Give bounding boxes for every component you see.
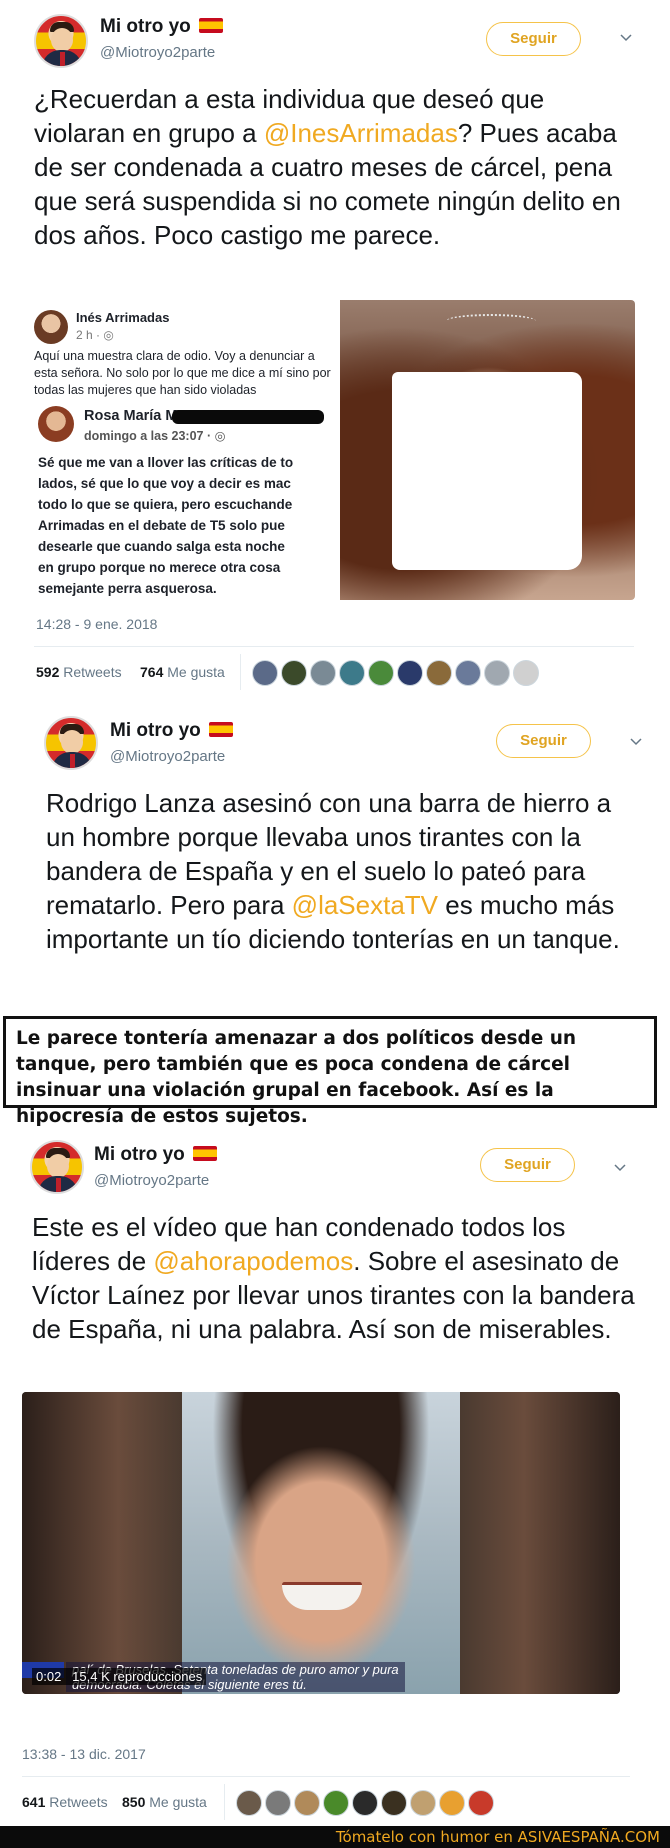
divider: [34, 646, 634, 647]
tweet-text: Rodrigo Lanza asesinó con una barra de h…: [46, 788, 620, 954]
video-frame: [182, 1392, 460, 1694]
liker-avatar[interactable]: [281, 660, 307, 686]
liker-avatar[interactable]: [265, 1790, 291, 1816]
liker-avatar[interactable]: [352, 1790, 378, 1816]
stats-separator: [224, 1784, 225, 1820]
brand-link[interactable]: ASIVAESPAÑA.COM: [518, 1828, 660, 1846]
liker-avatar[interactable]: [439, 1790, 465, 1816]
tweet-1: Mi otro yo @Miotroyo2parte Seguir ¿Recue…: [0, 0, 670, 700]
rosa-line-6: en grupo porque no merece otra cosa: [38, 560, 281, 575]
retweets-stat[interactable]: 641 Retweets: [22, 1794, 108, 1810]
display-name[interactable]: Mi otro yo: [100, 16, 223, 38]
rosa-line-1: Sé que me van a llover las críticas de t…: [38, 455, 294, 470]
display-name[interactable]: Mi otro yo: [94, 1144, 217, 1166]
rosa-line-7: semejante perra asquerosa.: [38, 581, 217, 596]
spain-flag-icon: [192, 1146, 217, 1161]
liker-avatar[interactable]: [513, 660, 539, 686]
watermark-text: Tómatelo con humor en ASIVAESPAÑA.COM: [335, 1828, 660, 1846]
rosa-avatar: [38, 406, 74, 442]
globe-icon: ◎: [214, 429, 226, 443]
video-blur-left: [22, 1392, 182, 1694]
follow-button[interactable]: Seguir: [486, 22, 581, 56]
chevron-down-icon[interactable]: [620, 34, 632, 46]
retweets-stat[interactable]: 592 Retweets: [36, 664, 122, 680]
follow-button[interactable]: Seguir: [480, 1148, 575, 1182]
rosa-line-4: Arrimadas en el debate de T5 solo pue: [38, 518, 285, 533]
tweet-timestamp[interactable]: 13:38 - 13 dic. 2017: [22, 1746, 146, 1762]
liker-avatar[interactable]: [294, 1790, 320, 1816]
video-player[interactable]: pal´ de Bruselas. Setenta toneladas de p…: [22, 1392, 620, 1694]
likers-avatars[interactable]: [236, 1790, 494, 1816]
chevron-down-icon[interactable]: [630, 738, 642, 750]
tiara: [446, 314, 536, 328]
ines-text: Aquí una muestra clara de odio. Voy a de…: [34, 349, 331, 397]
ines-time: 2 h · ◎: [76, 328, 114, 342]
ines-avatar: [34, 310, 68, 344]
liker-avatar[interactable]: [455, 660, 481, 686]
user-handle[interactable]: @Miotroyo2parte: [100, 44, 215, 61]
rosa-time: domingo a las 23:07 · ◎: [84, 429, 226, 443]
facebook-screenshot: Inés Arrimadas 2 h · ◎ Aquí una muestra …: [28, 300, 340, 600]
video-subject: [282, 1582, 362, 1610]
user-handle[interactable]: @Miotroyo2parte: [110, 748, 225, 765]
mention-link[interactable]: @InesArrimadas: [264, 118, 458, 148]
liker-avatar[interactable]: [484, 660, 510, 686]
liker-avatar[interactable]: [381, 1790, 407, 1816]
avatar[interactable]: [34, 14, 88, 68]
follow-button[interactable]: Seguir: [496, 724, 591, 758]
divider: [22, 1776, 630, 1777]
avatar[interactable]: [30, 1140, 84, 1194]
liker-avatar[interactable]: [410, 1790, 436, 1816]
rosa-line-5: desearle que cuando salga esta noche: [38, 539, 285, 554]
mention-link[interactable]: @ahorapodemos: [153, 1246, 353, 1276]
banner-text: Le parece tontería amenazar a dos políti…: [16, 1028, 577, 1127]
editorial-banner: Le parece tontería amenazar a dos políti…: [3, 1016, 657, 1127]
tweet-text: ¿Recuerdan a esta individua que deseó qu…: [34, 84, 621, 250]
globe-icon: ◎: [103, 328, 114, 342]
tweet-timestamp[interactable]: 14:28 - 9 ene. 2018: [36, 616, 157, 632]
liker-avatar[interactable]: [323, 1790, 349, 1816]
likes-stat[interactable]: 850 Me gusta: [122, 1794, 207, 1810]
video-blur-right: [460, 1392, 620, 1694]
watermark-bar: Tómatelo con humor en ASIVAESPAÑA.COM: [0, 1826, 670, 1848]
video-views: 15,4 K reproducciones: [72, 1669, 203, 1684]
liker-avatar[interactable]: [310, 660, 336, 686]
likes-stat[interactable]: 764 Me gusta: [140, 664, 225, 680]
liker-avatar[interactable]: [236, 1790, 262, 1816]
liker-avatar[interactable]: [368, 660, 394, 686]
name-redaction: [172, 410, 324, 424]
embedded-image[interactable]: Inés Arrimadas 2 h · ◎ Aquí una muestra …: [28, 300, 635, 600]
user-handle[interactable]: @Miotroyo2parte: [94, 1172, 209, 1189]
likers-avatars[interactable]: [252, 660, 539, 686]
video-duration: 0:02 15,4 K reproducciones: [32, 1668, 207, 1685]
chevron-down-icon[interactable]: [614, 1164, 626, 1176]
liker-avatar[interactable]: [426, 660, 452, 686]
portrait-photo: [340, 300, 635, 600]
mention-link[interactable]: @laSextaTV: [292, 890, 438, 920]
display-name[interactable]: Mi otro yo: [110, 720, 233, 742]
tweet-2: Mi otro yo @Miotroyo2parte Seguir Rodrig…: [0, 700, 670, 1010]
rosa-line-2: lados, sé que lo que voy a decir es mac: [38, 476, 291, 491]
face-redaction: [392, 372, 582, 570]
liker-avatar[interactable]: [339, 660, 365, 686]
liker-avatar[interactable]: [397, 660, 423, 686]
ines-name: Inés Arrimadas: [76, 310, 170, 325]
avatar[interactable]: [44, 716, 98, 770]
stats-separator: [240, 654, 241, 690]
tweet-text: Este es el vídeo que han condenado todos…: [32, 1212, 635, 1344]
rosa-line-3: todo lo que se quiera, pero escuchande: [38, 497, 293, 512]
spain-flag-icon: [198, 18, 223, 33]
liker-avatar[interactable]: [468, 1790, 494, 1816]
spain-flag-icon: [208, 722, 233, 737]
liker-avatar[interactable]: [252, 660, 278, 686]
rosa-name: Rosa María M: [84, 408, 178, 424]
